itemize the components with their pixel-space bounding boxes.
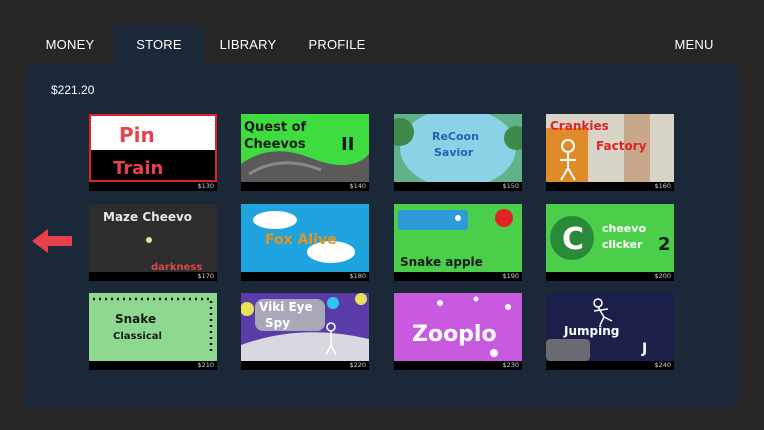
game-price: $180: [349, 272, 366, 280]
game-title-line: Savior: [434, 146, 474, 159]
price-bar: $240: [546, 361, 674, 370]
game-card-crankies-factory[interactable]: Crankies Factory $160: [546, 114, 674, 191]
game-thumbnail: Zooplo: [394, 293, 522, 361]
game-title-line: ReCoon: [432, 130, 479, 143]
game-card-pin-train[interactable]: Pin Train $130: [89, 114, 217, 191]
game-title-line: Snake: [115, 312, 156, 326]
game-thumbnail: Snake apple: [394, 204, 522, 272]
game-card-recoon-savior[interactable]: ReCoon Savior $150: [394, 114, 522, 191]
menu-button[interactable]: MENU: [664, 25, 724, 65]
tab-store[interactable]: STORE: [114, 25, 204, 65]
game-card-viki-eye-spy[interactable]: Viki Eye Spy $220: [241, 293, 369, 370]
price-bar: $200: [546, 272, 674, 281]
game-title-line: J: [641, 341, 647, 357]
game-title-line: II: [341, 134, 354, 155]
game-thumbnail: C cheevo clicker 2: [546, 204, 674, 272]
game-title-line: Zooplo: [412, 322, 497, 347]
game-title-line: Pin: [119, 123, 155, 147]
game-thumbnail: Maze Cheevo darkness: [89, 204, 217, 272]
tab-library[interactable]: LIBRARY: [206, 25, 290, 65]
game-price: $210: [197, 361, 214, 369]
game-card-jumping-j[interactable]: Jumping J $240: [546, 293, 674, 370]
game-price: $170: [197, 272, 214, 280]
left-arrow-icon[interactable]: [30, 226, 74, 256]
game-title-line: Train: [113, 158, 163, 179]
game-title-line: Viki Eye: [259, 300, 313, 314]
game-thumbnail: Jumping J: [546, 293, 674, 361]
game-price: $140: [349, 182, 366, 190]
game-title-line: Spy: [265, 316, 290, 330]
price-bar: $230: [394, 361, 522, 370]
price-bar: $190: [394, 272, 522, 281]
price-bar: $130: [89, 182, 217, 191]
game-card-snake-apple[interactable]: Snake apple $190: [394, 204, 522, 281]
tab-profile[interactable]: PROFILE: [294, 25, 380, 65]
game-title-line: Maze Cheevo: [103, 210, 192, 224]
game-card-cheevo-clicker-2[interactable]: C cheevo clicker 2 $200: [546, 204, 674, 281]
game-title-line: 2: [658, 234, 671, 255]
game-card-maze-cheevo[interactable]: Maze Cheevo darkness $170: [89, 204, 217, 281]
game-title-line: Crankies: [550, 119, 609, 133]
game-card-snake-classical[interactable]: Snake Classical $210: [89, 293, 217, 370]
game-thumbnail: Crankies Factory: [546, 114, 674, 182]
game-price: $150: [502, 182, 519, 190]
game-title-line: C: [562, 222, 584, 257]
game-price: $130: [197, 182, 214, 190]
game-card-quest-of-cheevos[interactable]: Quest of Cheevos II $140: [241, 114, 369, 191]
price-bar: $180: [241, 272, 369, 281]
game-title-line: cheevo: [602, 222, 646, 235]
game-title-line: darkness: [151, 262, 202, 272]
game-thumbnail: Pin Train: [89, 114, 217, 182]
game-thumbnail: Quest of Cheevos II: [241, 114, 369, 182]
game-price: $190: [502, 272, 519, 280]
game-thumbnail: Fox Alive: [241, 204, 369, 272]
game-title-line: Jumping: [563, 324, 619, 338]
price-bar: $160: [546, 182, 674, 191]
game-title-line: Factory: [596, 139, 647, 153]
price-bar: $140: [241, 182, 369, 191]
game-title-line: Fox Alive: [265, 232, 337, 248]
game-price: $220: [349, 361, 366, 369]
store-app: MONEY STORE LIBRARY PROFILE MENU $221.20…: [0, 0, 764, 430]
game-title-line: Classical: [113, 331, 162, 342]
game-card-zooplo[interactable]: Zooplo $230: [394, 293, 522, 370]
game-price: $160: [654, 182, 671, 190]
game-title-line: clicker: [602, 238, 643, 251]
game-thumbnail: Viki Eye Spy: [241, 293, 369, 361]
game-price: $200: [654, 272, 671, 280]
price-bar: $170: [89, 272, 217, 281]
game-thumbnail: ReCoon Savior: [394, 114, 522, 182]
price-bar: $210: [89, 361, 217, 370]
price-bar: $220: [241, 361, 369, 370]
game-title-line: Quest of: [244, 120, 307, 135]
money-balance: $221.20: [51, 83, 95, 97]
game-price: $240: [654, 361, 671, 369]
game-title-line: Cheevos: [244, 137, 306, 152]
game-card-fox-alive[interactable]: Fox Alive $180: [241, 204, 369, 281]
price-bar: $150: [394, 182, 522, 191]
tab-money[interactable]: MONEY: [28, 25, 112, 65]
game-thumbnail: Snake Classical: [89, 293, 217, 361]
game-price: $230: [502, 361, 519, 369]
game-title-line: Snake apple: [400, 255, 483, 269]
